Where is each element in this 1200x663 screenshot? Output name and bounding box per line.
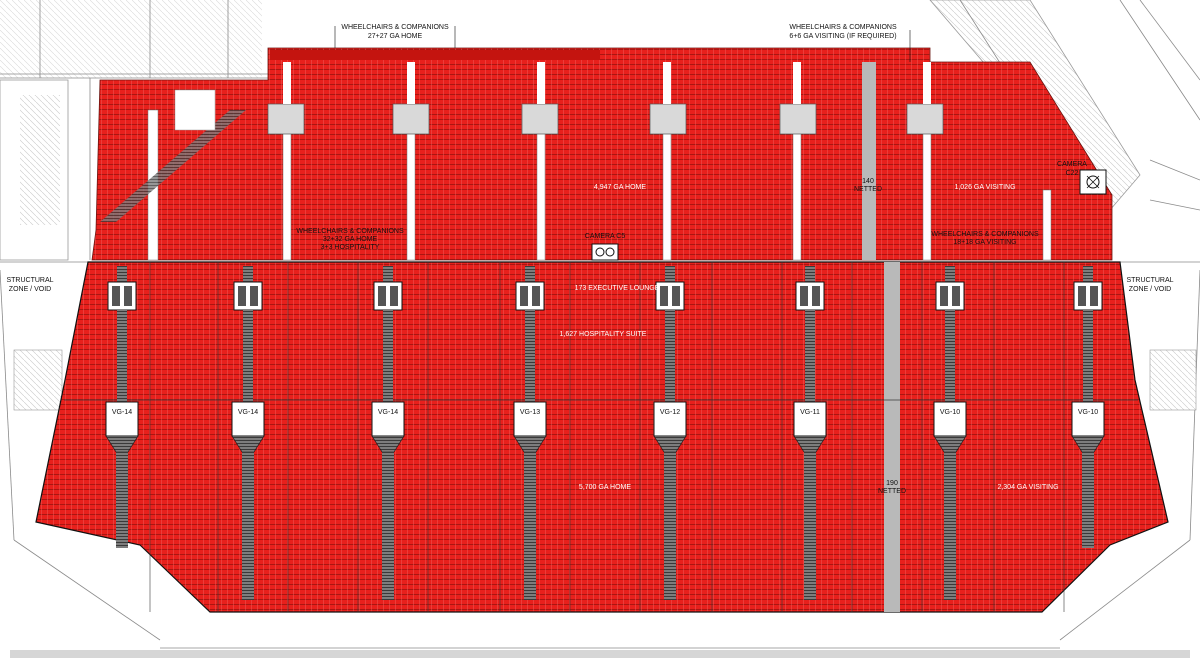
vomitory-label: VG-14 [112, 409, 132, 416]
camera-c5-platform [591, 243, 619, 261]
upper-tier [91, 47, 1113, 261]
lower-netted-count: 190 [886, 480, 898, 487]
lower-netted-label: NETTED [878, 488, 906, 495]
wheelchairs-visiting-lower-line2: 18+18 GA VISITING [953, 239, 1016, 246]
vomitory-label: VG-14 [238, 409, 258, 416]
wheelchairs-home-label-line1: WHEELCHAIRS & COMPANIONS [341, 24, 449, 31]
camera-c5-label: CAMERA C5 [585, 233, 626, 240]
vomitory-label: VG-13 [520, 409, 540, 416]
seating-plan: VG-14 VG-14 VG-14 VG-13 VG-12 VG-11 VG-10 VG-10… [0, 0, 1200, 658]
lower-tier [35, 261, 1169, 613]
wheelchairs-visiting-lower-line1: WHEELCHAIRS & COMPANIONS [931, 231, 1039, 238]
wheelchairs-home-lower-line2: 32+32 GA HOME [323, 236, 378, 243]
vomitory-label: VG-10 [1078, 409, 1098, 416]
camera-c22-platform [1079, 169, 1107, 195]
structural-left-line2: ZONE / VOID [9, 286, 51, 293]
wheelchairs-visiting-label-line2: 6+6 GA VISITING (IF REQUIRED) [789, 33, 896, 40]
upper-home-section-label: 4,947 GA HOME [594, 184, 646, 191]
wheelchairs-home-label-line2: 27+27 GA HOME [368, 33, 423, 40]
lower-home-section-label: 5,700 GA HOME [579, 484, 631, 491]
vomitory-label: VG-12 [660, 409, 680, 416]
vomitory-label: VG-11 [800, 409, 820, 416]
wheelchairs-home-lower-line3: 3+3 HOSPITALITY [321, 244, 380, 251]
structural-right-line1: STRUCTURAL [1126, 277, 1173, 284]
camera-c22-label-line2: C22 [1066, 170, 1079, 177]
upper-netted-count: 140 [862, 178, 874, 185]
executive-lounge-label: 173 EXECUTIVE LOUNGE [575, 285, 660, 292]
upper-netted-label: NETTED [854, 186, 882, 193]
camera-c22-label-line1: CAMERA [1057, 161, 1087, 168]
wheelchairs-home-lower-line1: WHEELCHAIRS & COMPANIONS [296, 228, 404, 235]
wheelchairs-visiting-label-line1: WHEELCHAIRS & COMPANIONS [789, 24, 897, 31]
hospitality-suite-label: 1,627 HOSPITALITY SUITE [560, 331, 647, 338]
vomitory-label: VG-14 [378, 409, 398, 416]
vomitory-label: VG-10 [940, 409, 960, 416]
structural-right-line2: ZONE / VOID [1129, 286, 1171, 293]
seating-plan-drawing: VG-14 VG-14 VG-14 VG-13 VG-12 VG-11 VG-10 VG-10… [0, 0, 1200, 658]
structural-left-line1: STRUCTURAL [6, 277, 53, 284]
lower-visiting-section-label: 2,304 GA VISITING [997, 484, 1058, 491]
upper-visiting-section-label: 1,026 GA VISITING [954, 184, 1015, 191]
